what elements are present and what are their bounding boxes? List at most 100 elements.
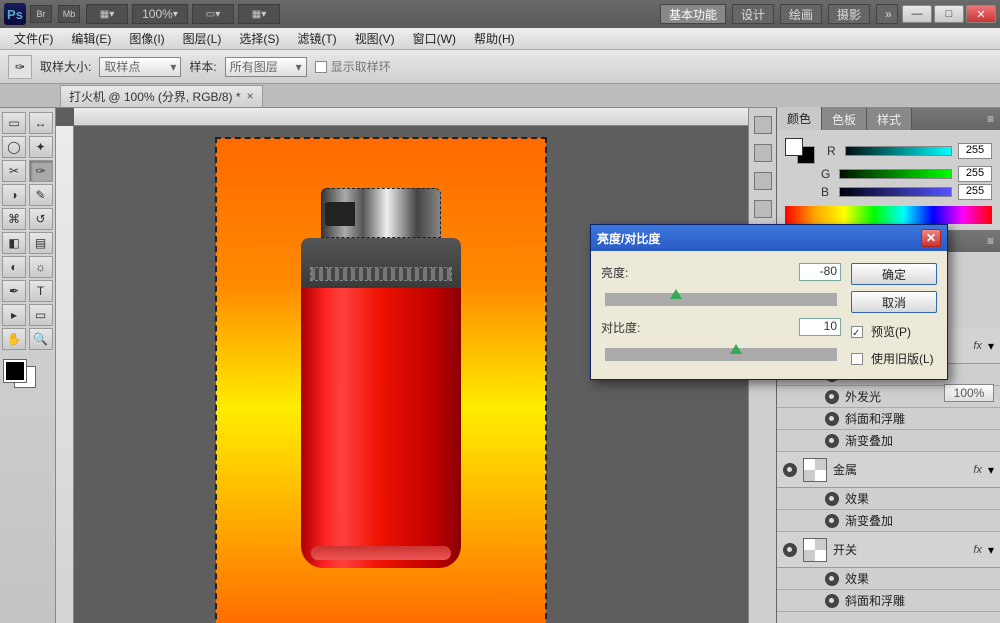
brightness-input[interactable]: -80 (799, 263, 841, 281)
workspace-more[interactable]: » (876, 4, 898, 24)
legacy-checkbox[interactable]: 使用旧版(L) (851, 350, 937, 367)
window-minimize-button[interactable]: — (902, 5, 932, 23)
view-arrange-dropdown[interactable]: ▦▾ (86, 4, 128, 24)
shape-tool[interactable]: ▭ (29, 304, 53, 326)
sample-layers-dropdown[interactable]: 所有图层▾ (225, 57, 307, 77)
menu-help[interactable]: 帮助(H) (466, 28, 523, 49)
dialog-title: 亮度/对比度 (597, 230, 660, 247)
tab-color[interactable]: 颜色 (777, 107, 822, 131)
visibility-icon[interactable] (825, 390, 839, 404)
heal-tool[interactable]: ◑ (2, 184, 26, 206)
collapsed-panel-icon[interactable] (754, 200, 772, 218)
layer-thumbnail[interactable] (803, 458, 827, 482)
foreground-color[interactable] (4, 360, 26, 382)
brightness-slider[interactable] (605, 293, 837, 306)
tab-swatches[interactable]: 色板 (822, 108, 867, 131)
fx-badge[interactable]: fx (973, 340, 982, 352)
contrast-input[interactable]: 10 (799, 318, 841, 336)
minibridge-button[interactable]: Mb (58, 5, 80, 23)
b-slider[interactable] (839, 187, 952, 197)
workspace-essentials[interactable]: 基本功能 (660, 4, 726, 24)
cancel-button[interactable]: 取消 (851, 291, 937, 313)
opacity-value[interactable]: 100% (944, 384, 994, 402)
g-value[interactable]: 255 (958, 166, 992, 182)
workspace-design[interactable]: 设计 (732, 4, 774, 24)
layer-thumbnail[interactable] (803, 538, 827, 562)
pen-tool[interactable]: ✒ (2, 280, 26, 302)
menu-layer[interactable]: 图层(L) (175, 28, 230, 49)
tab-styles[interactable]: 样式 (867, 108, 912, 131)
collapsed-panel-icon[interactable] (754, 144, 772, 162)
ok-button[interactable]: 确定 (851, 263, 937, 285)
workspace-painting[interactable]: 绘画 (780, 4, 822, 24)
brush-tool[interactable]: ✎ (29, 184, 53, 206)
visibility-icon[interactable] (783, 463, 797, 477)
dodge-tool[interactable]: ☼ (29, 256, 53, 278)
eyedropper-tool[interactable]: ✑ (29, 160, 53, 182)
visibility-icon[interactable] (825, 572, 839, 586)
layer-row[interactable]: 金属 fx▾ (777, 452, 1000, 488)
type-tool[interactable]: T (29, 280, 53, 302)
color-panel-swatch[interactable] (785, 138, 815, 164)
visibility-icon[interactable] (825, 434, 839, 448)
visibility-icon[interactable] (825, 492, 839, 506)
collapsed-panel-icon[interactable] (754, 172, 772, 190)
window-maximize-button[interactable]: □ (934, 5, 964, 23)
r-slider[interactable] (845, 146, 952, 156)
bridge-button[interactable]: Br (30, 5, 52, 23)
fx-badge[interactable]: fx (973, 544, 982, 556)
visibility-icon[interactable] (825, 594, 839, 608)
dialog-close-button[interactable]: ✕ (921, 229, 941, 247)
move-tool[interactable]: ↔ (29, 112, 53, 134)
wand-tool[interactable]: ✦ (29, 136, 53, 158)
effects-label: 效果 (845, 570, 869, 587)
contrast-slider[interactable] (605, 348, 837, 361)
r-value[interactable]: 255 (958, 143, 992, 159)
fx-badge[interactable]: fx (973, 464, 982, 476)
zoom-tool[interactable]: 🔍 (29, 328, 53, 350)
zoom-dropdown[interactable]: 100% ▾ (132, 4, 188, 24)
document-tab[interactable]: 打火机 @ 100% (分界, RGB/8) * × (60, 85, 263, 107)
collapsed-panel-icon[interactable] (754, 116, 772, 134)
menu-select[interactable]: 选择(S) (231, 28, 287, 49)
panel-menu-icon[interactable]: ≡ (981, 234, 1000, 248)
dialog-titlebar[interactable]: 亮度/对比度 ✕ (591, 225, 947, 251)
crop-tool[interactable]: ✂ (2, 160, 26, 182)
eyedropper-tool-icon[interactable]: ✑ (8, 55, 32, 79)
g-slider[interactable] (839, 169, 952, 179)
visibility-icon[interactable] (825, 514, 839, 528)
close-tab-icon[interactable]: × (247, 89, 254, 103)
history-brush-tool[interactable]: ↺ (29, 208, 53, 230)
lasso-tool[interactable]: ◯ (2, 136, 26, 158)
menu-file[interactable]: 文件(F) (6, 28, 61, 49)
panel-menu-icon[interactable]: ≡ (981, 112, 1000, 126)
menu-filter[interactable]: 滤镜(T) (289, 28, 344, 49)
sample-size-dropdown[interactable]: 取样点▾ (99, 57, 181, 77)
b-value[interactable]: 255 (958, 184, 992, 200)
color-panel: R 255 G 255 B 255 (777, 130, 1000, 230)
visibility-icon[interactable] (825, 412, 839, 426)
spectrum-ramp[interactable] (785, 206, 992, 224)
menu-image[interactable]: 图像(I) (121, 28, 172, 49)
layer-name: 金属 (833, 461, 967, 478)
workspace-photography[interactable]: 摄影 (828, 4, 870, 24)
visibility-icon[interactable] (783, 543, 797, 557)
menu-edit[interactable]: 编辑(E) (63, 28, 119, 49)
path-select-tool[interactable]: ▸ (2, 304, 26, 326)
show-sampling-ring[interactable]: 显示取样环 (315, 58, 391, 75)
preview-checkbox[interactable]: 预览(P) (851, 323, 937, 340)
screen-mode-dropdown[interactable]: ▭▾ (192, 4, 234, 24)
extra-dropdown[interactable]: ▦▾ (238, 4, 280, 24)
window-close-button[interactable]: ✕ (966, 5, 996, 23)
gradient-tool[interactable]: ▤ (29, 232, 53, 254)
marquee-tool[interactable]: ▭ (2, 112, 26, 134)
layer-row[interactable]: 开关 fx▾ (777, 532, 1000, 568)
menu-view[interactable]: 视图(V) (347, 28, 403, 49)
hand-tool[interactable]: ✋ (2, 328, 26, 350)
color-swatch[interactable] (2, 358, 38, 390)
menu-window[interactable]: 窗口(W) (405, 28, 464, 49)
effect-gradient: 渐变叠加 (845, 432, 893, 449)
eraser-tool[interactable]: ◧ (2, 232, 26, 254)
stamp-tool[interactable]: ⌘ (2, 208, 26, 230)
blur-tool[interactable]: ◐ (2, 256, 26, 278)
